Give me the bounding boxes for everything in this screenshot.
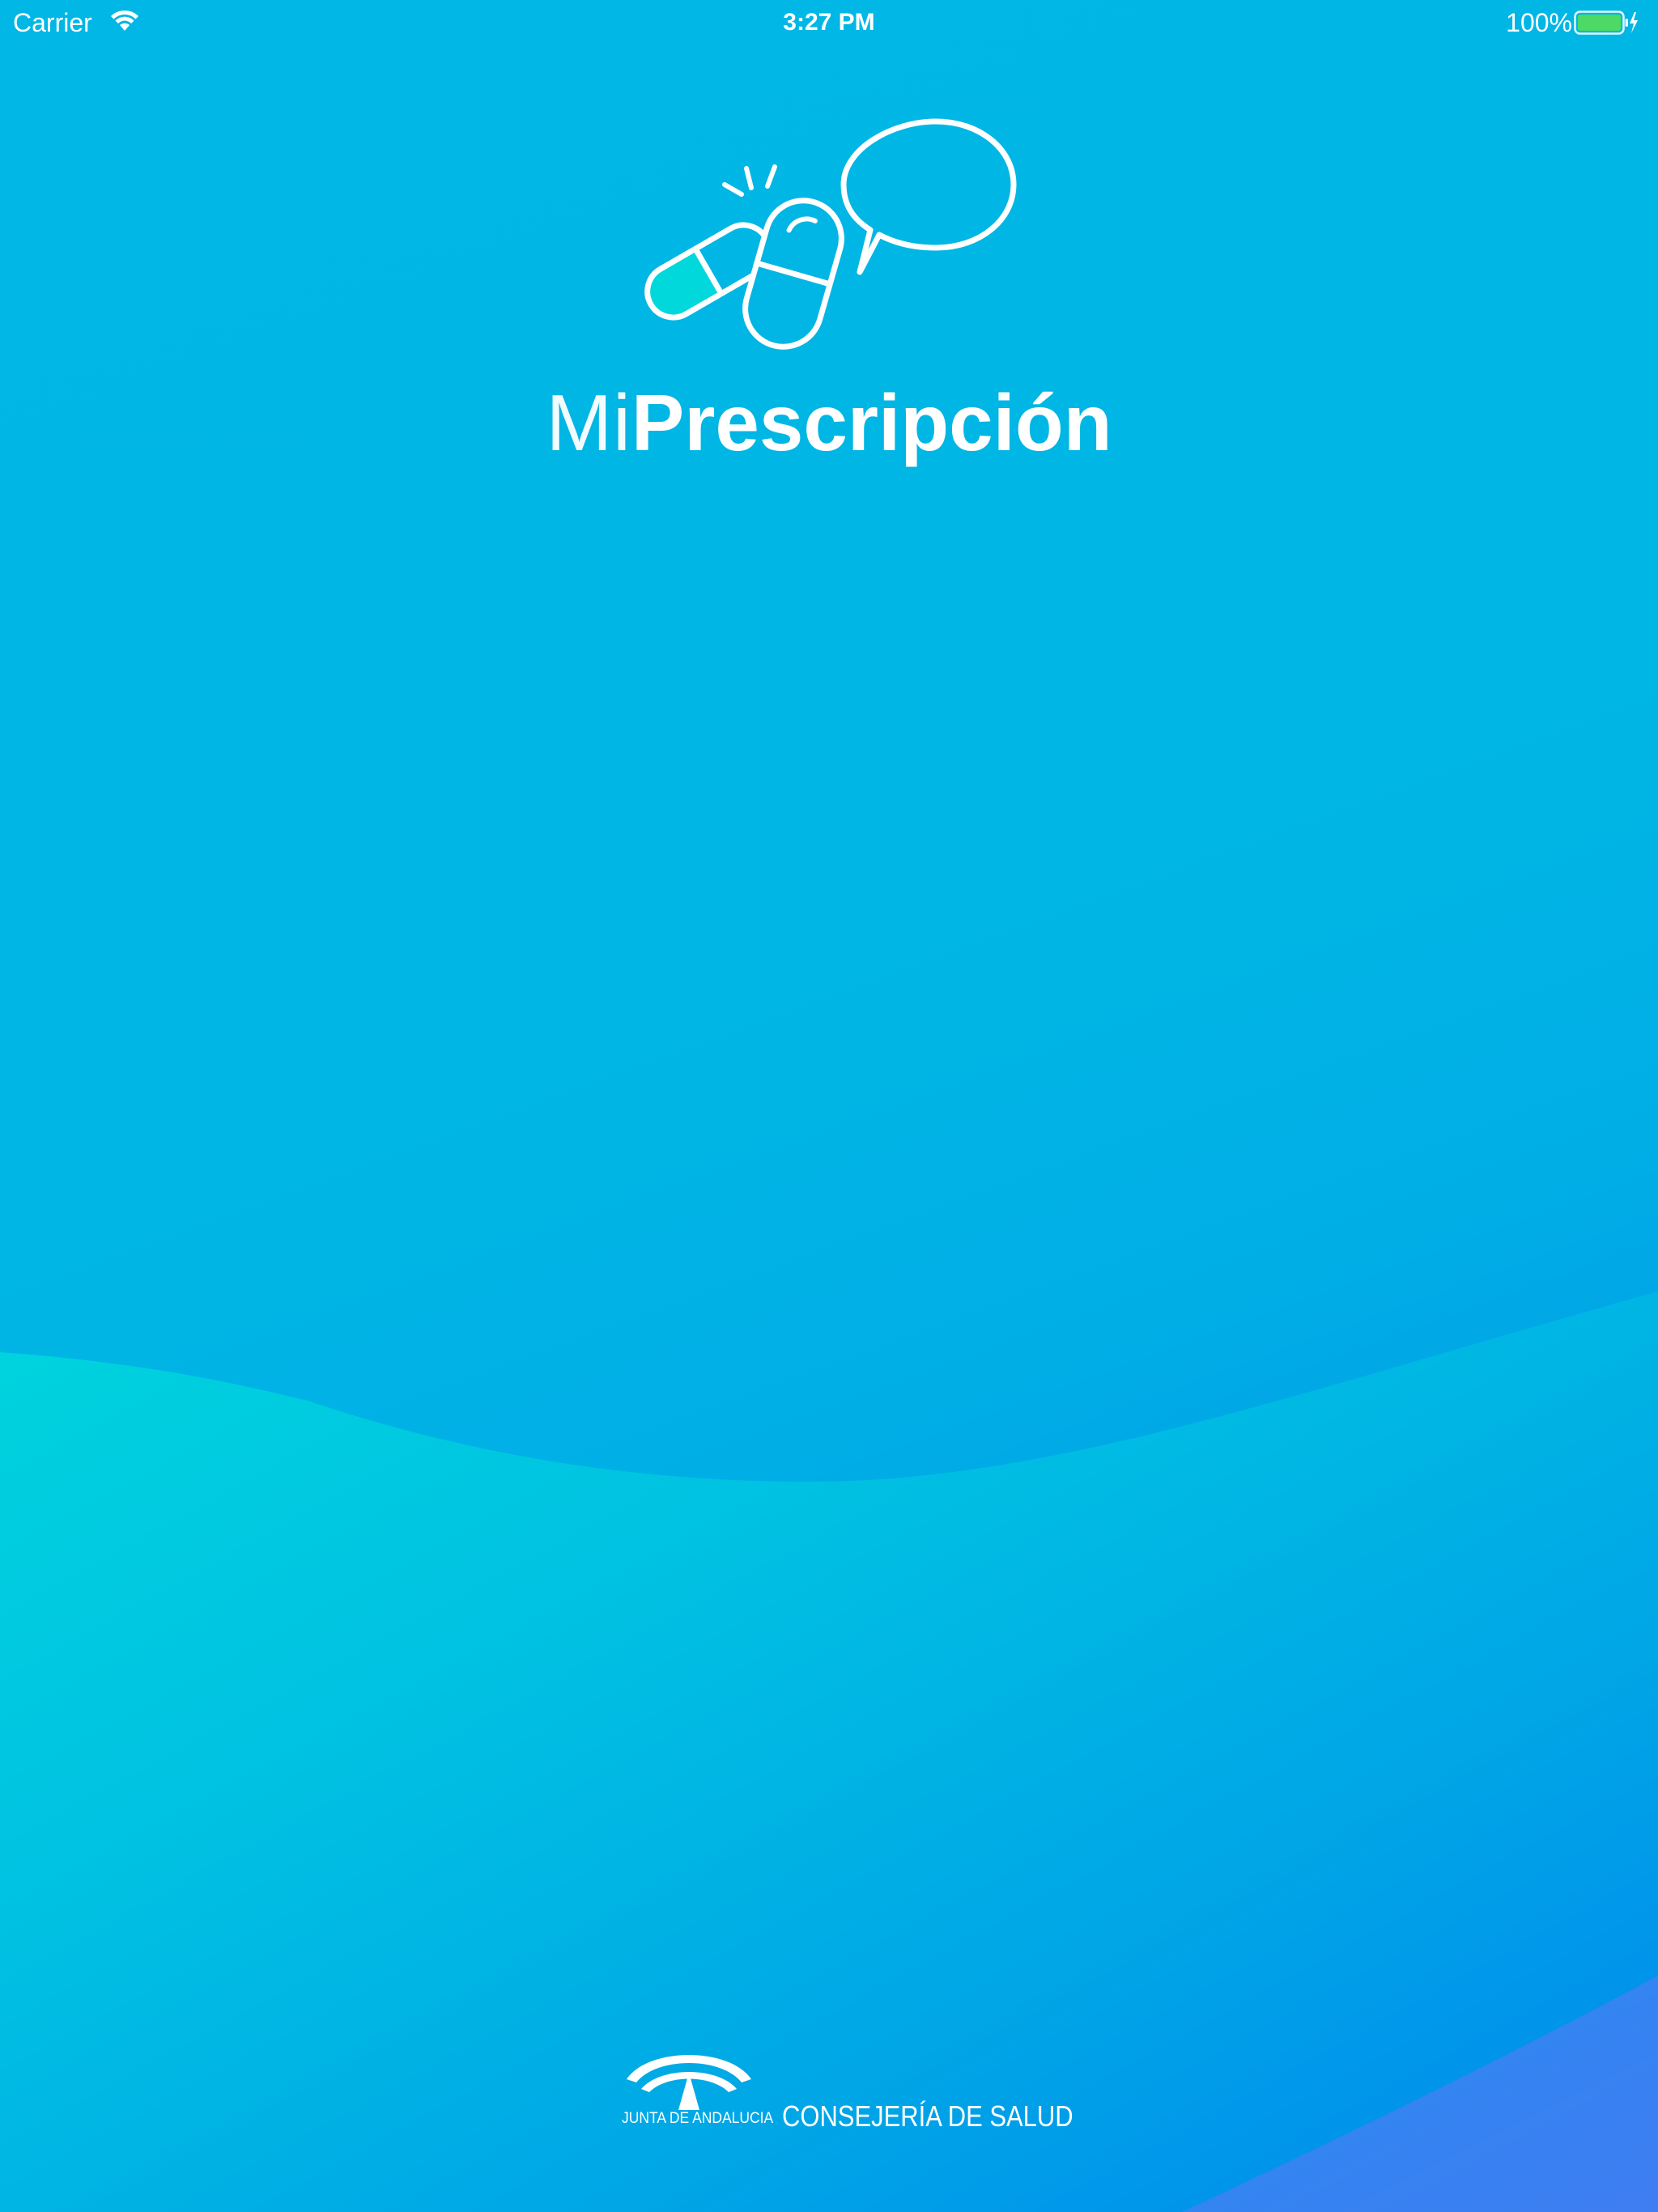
app-title-bold: Prescripción [631, 378, 1112, 467]
app-title-light: Mi [546, 378, 631, 467]
status-time: 3:27 PM [783, 9, 875, 36]
battery-charging-icon [1574, 11, 1638, 35]
splash-screen: Carrier 3:27 PM 100% MiPrescripción JUNT… [0, 0, 1658, 2212]
status-bar: Carrier 3:27 PM 100% [0, 0, 1658, 45]
pills-speech-bubble-icon [644, 118, 1017, 350]
battery-percentage: 100% [1506, 8, 1572, 37]
junta-andalucia-emblem-icon [627, 2055, 751, 2110]
consejeria-label: CONSEJERÍA DE SALUD [782, 2099, 1073, 2133]
junta-andalucia-label: JUNTA DE ANDALUCIA [622, 2110, 774, 2127]
app-title: MiPrescripción [0, 374, 1658, 471]
wave-shape [0, 1291, 1658, 2212]
